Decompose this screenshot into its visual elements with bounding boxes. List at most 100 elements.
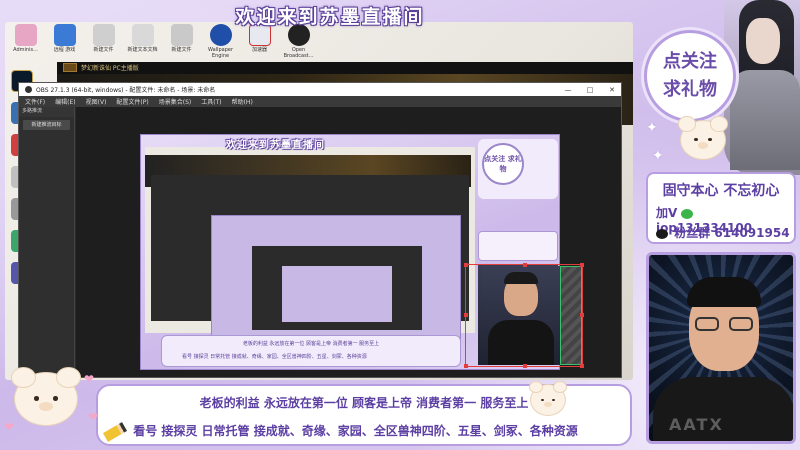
fan-group-label: 粉丝群 [674, 226, 711, 240]
multistream-panel: 多路推流 新建推流目标 [19, 107, 75, 377]
menu-scene-collection[interactable]: 场景集合(S) [159, 97, 192, 106]
resize-handle[interactable] [464, 313, 468, 317]
folder-icon [14, 24, 37, 46]
overlay-top-title: 欢迎来到苏墨直播间 [235, 6, 425, 28]
maximize-button[interactable]: □ [581, 86, 599, 94]
bear-mascot-icon [528, 381, 568, 416]
service-list: 看号 接探灵 日常托管 接成就、奇缘、家园、全区兽神四阶、五星、剑冢、各种资源 [102, 421, 578, 442]
menu-profile[interactable]: 配置文件(P) [116, 97, 148, 106]
desktop-icon-label: 新建文本文档 [127, 47, 158, 53]
fan-group-row: 粉丝群 614091954 [656, 224, 790, 241]
wechat-icon [681, 208, 694, 219]
preview-nested-obs [252, 246, 422, 330]
desktop-icon-textdoc[interactable]: 新建文本文档 [126, 24, 159, 59]
bear-eye [541, 398, 544, 401]
menu-file[interactable]: 文件(F) [25, 97, 45, 106]
menu-tools[interactable]: 工具(T) [201, 97, 221, 106]
desktop-icon-newfolder[interactable]: 新建文件 [87, 24, 120, 59]
desktop-icon-label: 远程 游戏 [53, 47, 76, 53]
motto-text: 固守本心 不忘初心 [662, 183, 780, 199]
resize-handle[interactable] [580, 313, 584, 317]
menu-edit[interactable]: 编辑(E) [55, 97, 75, 106]
desktop-icon-row: Adminis... 远程 游戏 新建文件 新建文本文档 新建文件 Wallpa… [9, 24, 315, 59]
bear-ear [528, 381, 543, 394]
pencil-icon [102, 421, 128, 442]
resize-handle[interactable] [580, 364, 584, 368]
close-button[interactable]: ✕ [603, 86, 621, 94]
desktop-icon-wallpaper[interactable]: Wallpaper Engine [204, 24, 237, 59]
heart-icon: ❤ [88, 410, 99, 424]
new-stream-target-button[interactable]: 新建推流目标 [23, 120, 70, 130]
desktop-icon-label: 新建文件 [93, 47, 114, 53]
wechat-label: 加V [656, 206, 678, 220]
preview-title: 欢迎来到苏墨直播间 [226, 140, 325, 151]
character-face [746, 18, 780, 64]
preview-obs-window [151, 175, 469, 351]
desktop-icon-obs[interactable]: Open Broadcast... [282, 24, 315, 59]
character-armor [730, 70, 800, 170]
overlay-right-panel: 点关注 求礼物 ✦ ✦ 固守本心 不忘初心 加V iop131334100 粉丝… [634, 0, 800, 450]
shirt-print: AATX [669, 415, 724, 434]
game-logo-icon [63, 63, 77, 72]
follow-badge: 点关注 求礼物 [644, 30, 736, 122]
desktop-icon-label: Open Broadcast... [283, 47, 314, 59]
multistream-panel-title: 多路推流 [19, 107, 74, 117]
sparkle-icon: ✦ [646, 120, 658, 136]
desktop-icon-label: Adminis... [13, 47, 38, 53]
bear-eye [33, 396, 39, 401]
source-selection-box[interactable] [464, 263, 584, 368]
desktop-icon-accelerator[interactable]: 加速器 [243, 24, 276, 59]
bear-ear [710, 116, 728, 132]
bear-eye [694, 138, 698, 142]
globe-icon [53, 24, 76, 46]
file-icon [92, 24, 115, 46]
obs-titlebar[interactable]: OBS 27.1.3 (64-bit, windows) - 配置文件: 未命名… [19, 83, 621, 96]
bear-eye [552, 398, 555, 401]
qq-icon [656, 228, 668, 239]
bear-nose [697, 142, 709, 150]
glasses-icon [695, 317, 753, 331]
minimize-button[interactable]: — [559, 86, 577, 94]
preview-nested-frame-deep [282, 266, 392, 322]
desktop-icon-label: Wallpaper Engine [207, 47, 233, 59]
obs-menubar: 文件(F) 编辑(E) 视图(V) 配置文件(P) 场景集合(S) 工具(T) … [19, 96, 621, 107]
game-titlebar[interactable]: 梦幻新诛仙 PC主播版 [57, 62, 633, 74]
bear-eye [53, 396, 59, 401]
obs-window-title: OBS 27.1.3 (64-bit, windows) - 配置文件: 未命名… [36, 87, 216, 94]
bear-ear [11, 366, 37, 388]
preview-follow-badge: 点关注 求礼物 [482, 143, 524, 185]
menu-help[interactable]: 帮助(H) [232, 97, 253, 106]
bear-nose [38, 402, 54, 412]
bear-mascot-icon [11, 366, 81, 426]
streamer-webcam: AATX [646, 252, 796, 444]
contact-card: 固守本心 不忘初心 加V iop131334100 粉丝群 614091954 [646, 172, 796, 244]
preview-bottom-line2: 看号 接探灵 日常托管 接成就、奇缘、家园、全区兽神四阶、五星、剑冢、各种资源 [182, 354, 367, 360]
sparkle-icon: ✦ [652, 148, 664, 164]
bear-nose [543, 401, 553, 408]
desktop-icon-admin[interactable]: Adminis... [9, 24, 42, 59]
preview-nested-frame [211, 215, 461, 351]
desktop-icon-remote[interactable]: 远程 游戏 [48, 24, 81, 59]
menu-view[interactable]: 视图(V) [86, 97, 107, 106]
resize-handle[interactable] [523, 364, 527, 368]
bear-eye [708, 138, 712, 142]
resize-handle[interactable] [580, 263, 584, 267]
bear-ear [55, 366, 81, 388]
obs-icon [25, 86, 32, 93]
heart-icon: ❤ [4, 420, 15, 434]
fan-group-id: 614091954 [714, 226, 790, 240]
bear-mascot-icon [678, 116, 728, 160]
desktop-icon-label: 加速器 [251, 47, 267, 53]
heart-icon: ❤ [84, 372, 95, 386]
desktop-icon-newfile[interactable]: 新建文件 [165, 24, 198, 59]
person-hair [687, 277, 761, 307]
resize-handle[interactable] [523, 263, 527, 267]
gift-text: 求礼物 [663, 79, 717, 100]
desktop-icon-label: 新建文件 [171, 47, 192, 53]
preview-bottom-bar: 老板的利益 永远放在第一位 顾客是上帝 消费者第一 服务至上 看号 接探灵 日常… [161, 335, 461, 367]
bear-ear [678, 116, 696, 132]
resize-handle[interactable] [464, 364, 468, 368]
preview-bottom-line1: 老板的利益 永远放在第一位 顾客是上帝 消费者第一 服务至上 [242, 341, 380, 347]
game-window-title: 梦幻新诛仙 PC主播版 [81, 65, 139, 72]
resize-handle[interactable] [464, 263, 468, 267]
